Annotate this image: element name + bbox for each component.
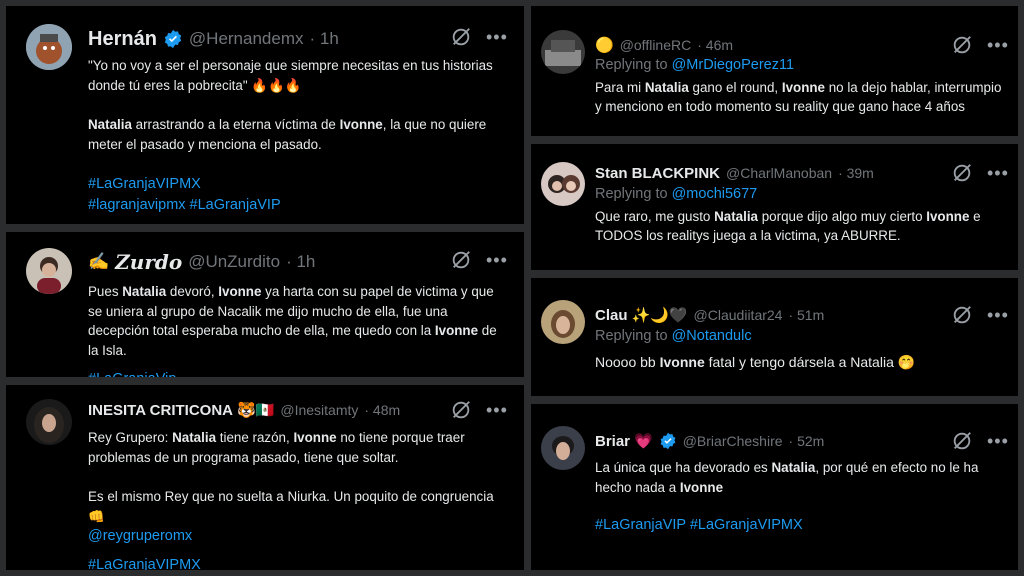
tweet-text: "Yo no voy a ser el personaje que siempr… [88,56,510,216]
grok-icon[interactable] [450,399,472,421]
author-name[interactable]: Stan BLACKPINK [595,165,720,182]
tweet-header: Briar 💗 @BriarCheshire · 52m [595,430,1010,452]
hashtag-link[interactable]: #lagranjavipmx #LaGranjaVIP [88,195,510,216]
more-options-icon[interactable]: ••• [987,164,1009,182]
timestamp[interactable]: · 52m [789,433,825,449]
timestamp[interactable]: · 39m [838,165,874,181]
replying-to: Replying to @Notandulc [595,328,752,344]
author-handle[interactable]: @CharlManoban [726,165,832,181]
author-handle[interactable]: @Inesitamty [280,402,358,418]
author-name[interactable]: INESITA CRITICONA [88,402,233,419]
avatar[interactable] [541,300,585,344]
author-name[interactable]: Clau [595,307,628,324]
tweet-header: Clau ✨🌙🖤 @Claudiitar24 · 51m [595,304,1010,326]
hashtag-link[interactable]: #LaGranjaVip [88,369,510,377]
avatar[interactable] [26,399,72,445]
tweet-text: Replying to @mochi5677 Que raro, me gust… [595,185,1004,246]
more-options-icon[interactable]: ••• [486,401,508,419]
replying-to: Replying to @mochi5677 [595,186,758,202]
tweet-card-clau[interactable]: Clau ✨🌙🖤 @Claudiitar24 · 51m ••• Replyin… [531,278,1018,396]
tweet-text: Replying to @MrDiegoPerez11 Para mi Nata… [595,56,1004,117]
grok-icon[interactable] [450,26,472,48]
author-handle[interactable]: @BriarCheshire [683,433,783,449]
reply-mention-link[interactable]: @Notandulc [672,328,752,344]
tweet-text: Pues Natalia devoró, Ivonne ya harta con… [88,282,510,377]
hashtag-link[interactable]: #LaGranjaVIPMX [88,174,510,195]
sparkles-moon-heart-emoji: ✨🌙🖤 [631,307,688,324]
more-options-icon[interactable]: ••• [486,251,508,269]
tweet-quote: "Yo no voy a ser el personaje que siempr… [88,58,493,93]
more-options-icon[interactable]: ••• [987,432,1009,450]
more-options-icon[interactable]: ••• [987,306,1009,324]
author-handle[interactable]: @Hernandemx [189,29,304,49]
tiger-flag-emoji: 🐯🇲🇽 [237,402,275,419]
hashtag-link[interactable]: #LaGranjaVIPMX [88,555,510,570]
reply-mention-link[interactable]: @mochi5677 [672,186,758,202]
grok-icon[interactable] [951,430,973,452]
avatar[interactable] [541,30,585,74]
avatar[interactable] [26,24,72,70]
tweet-card-inesita[interactable]: INESITA CRITICONA 🐯🇲🇽 @Inesitamty · 48m … [6,385,524,570]
avatar[interactable] [541,162,585,206]
reply-mention-link[interactable]: @MrDiegoPerez11 [672,57,794,73]
verified-icon [164,29,182,49]
tweet-header: 🟡 @offlineRC · 46m [595,34,1010,56]
author-name[interactable]: Briar [595,433,630,450]
tweet-text: Replying to @Notandulc Noooo bb Ivonne f… [595,327,1004,372]
hashtag-link[interactable]: #LaGranjaVIP #LaGranjaVIPMX [595,515,1004,536]
avatar[interactable] [26,248,72,294]
more-options-icon[interactable]: ••• [987,36,1009,54]
tweet-text: Rey Grupero: Natalia tiene razón, Ivonne… [88,428,510,570]
timestamp[interactable]: · 48m [364,402,400,418]
author-handle[interactable]: @offlineRC [620,37,692,53]
tweet-paragraph: La única que ha devorado es Natalia, por… [595,460,979,495]
tweet-card-offlinerc[interactable]: 🟡 @offlineRC · 46m ••• Replying to @MrDi… [531,6,1018,136]
tweet-text: La única que ha devorado es Natalia, por… [595,458,1004,536]
author-name[interactable]: Zurdo [115,250,182,274]
timestamp[interactable]: · 1h [310,29,339,49]
writing-hand-icon: ✍️ [88,252,110,271]
timestamp[interactable]: · 51m [788,307,824,323]
tweet-card-zurdo[interactable]: ✍️ Zurdo @UnZurdito · 1h ••• Pues Natali… [6,232,524,377]
timestamp[interactable]: · 1h [286,252,315,272]
avatar[interactable] [541,426,585,470]
mention-link[interactable]: @reygruperomx [88,526,510,547]
verified-icon [660,432,676,450]
grok-icon[interactable] [951,162,973,184]
author-handle[interactable]: @UnZurdito [188,252,280,272]
tweet-paragraph: Rey Grupero: Natalia tiene razón, Ivonne… [88,430,465,465]
tweet-card-hernan[interactable]: Hernán @Hernandemx · 1h ••• "Yo no voy a… [6,6,524,224]
tweet-paragraph: Noooo bb Ivonne fatal y tengo dársela a … [595,353,916,370]
replying-to: Replying to @MrDiegoPerez11 [595,57,795,73]
yellow-circle-icon: 🟡 [595,37,614,54]
tweet-header: Stan BLACKPINK @CharlManoban · 39m [595,162,1010,184]
tweet-paragraph: Es el mismo Rey que no suelta a Niurka. … [88,489,494,524]
timestamp[interactable]: · 46m [697,37,733,53]
grok-icon[interactable] [450,249,472,271]
author-handle[interactable]: @Claudiitar24 [694,307,783,323]
pink-heart-emoji: 💗 [634,433,653,450]
tweet-card-briar[interactable]: Briar 💗 @BriarCheshire · 52m ••• La únic… [531,404,1018,570]
tweet-paragraph: Que raro, me gusto Natalia porque dijo a… [595,208,981,244]
tweet-paragraph: Para mi Natalia gano el round, Ivonne no… [595,79,1002,115]
more-options-icon[interactable]: ••• [486,28,508,46]
grok-icon[interactable] [951,34,973,56]
tweet-paragraph: Natalia arrastrando a la eterna víctima … [88,117,487,152]
author-name[interactable]: Hernán [88,28,157,51]
tweet-paragraph: Pues Natalia devoró, Ivonne ya harta con… [88,284,497,358]
grok-icon[interactable] [951,304,973,326]
tweet-card-stan-blackpink[interactable]: Stan BLACKPINK @CharlManoban · 39m ••• R… [531,144,1018,270]
